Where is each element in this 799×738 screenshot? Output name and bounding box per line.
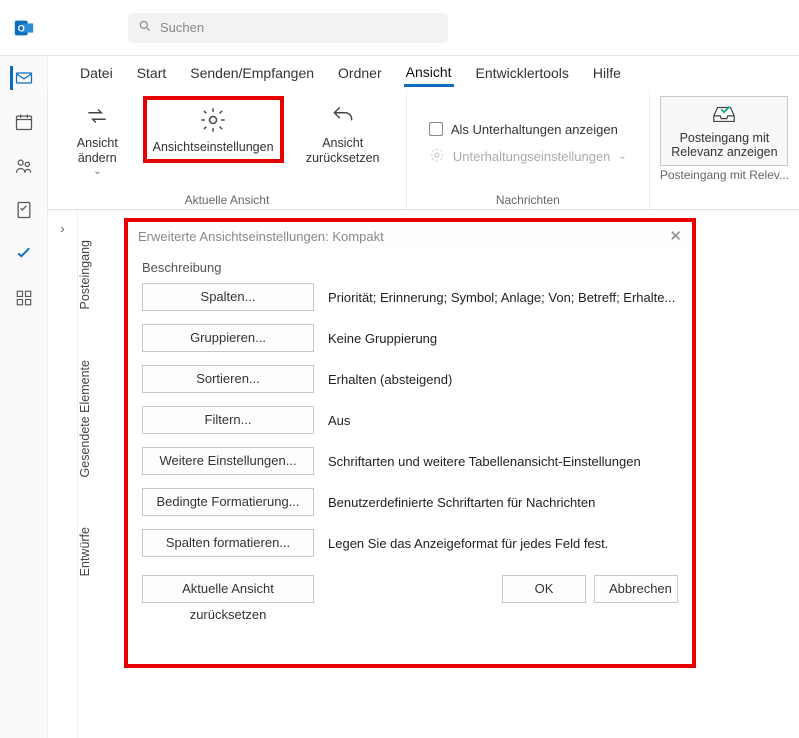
- tab-sendrecv[interactable]: Senden/Empfangen: [188, 61, 316, 85]
- dialog-row-group: Gruppieren... Keine Gruppierung: [142, 324, 678, 352]
- outlook-icon: O: [0, 17, 48, 39]
- exchange-icon: [81, 100, 113, 132]
- cancel-button[interactable]: Abbrechen: [594, 575, 678, 603]
- change-view-label: Ansicht ändern: [64, 136, 131, 166]
- filter-button[interactable]: Filtern...: [142, 406, 314, 434]
- dialog-row-format-columns: Spalten formatieren... Legen Sie das Anz…: [142, 529, 678, 557]
- columns-button[interactable]: Spalten...: [142, 283, 314, 311]
- dialog-titlebar: Erweiterte Ansichtseinstellungen: Kompak…: [128, 222, 692, 250]
- ribbon-group-focused-inbox: Posteingang mit Relevanz anzeigen Postei…: [650, 90, 799, 209]
- tab-start[interactable]: Start: [135, 61, 169, 85]
- group-desc: Keine Gruppierung: [328, 331, 678, 346]
- tab-devtools[interactable]: Entwicklertools: [474, 61, 571, 85]
- inbox-check-icon: [710, 103, 738, 127]
- conversation-settings-dropdown[interactable]: Unterhaltungseinstellungen ⌄: [429, 147, 627, 166]
- view-settings-button[interactable]: Ansichtseinstellungen: [143, 96, 284, 163]
- left-rail: [0, 56, 48, 738]
- chevron-right-icon: ›: [60, 220, 65, 236]
- ribbon-group-messages: Als Unterhaltungen anzeigen Unterhaltung…: [407, 90, 650, 209]
- vtab-sent[interactable]: Gesendete Elemente: [78, 360, 104, 477]
- ribbon: Ansicht ändern ⌄ Ansichtseinstellungen A…: [48, 90, 799, 210]
- vtab-inbox[interactable]: Posteingang: [78, 240, 104, 310]
- reset-view-label: Ansicht zurücksetzen: [296, 136, 390, 166]
- gear-icon: [197, 104, 229, 136]
- dialog-row-sort: Sortieren... Erhalten (absteigend): [142, 365, 678, 393]
- ok-button[interactable]: OK: [502, 575, 586, 603]
- dialog-row-other-settings: Weitere Einstellungen... Schriftarten un…: [142, 447, 678, 475]
- change-view-button[interactable]: Ansicht ändern ⌄: [58, 96, 137, 182]
- checkbox-icon: [429, 122, 443, 136]
- group-label-focused-inbox: Posteingang mit Relev...: [660, 168, 789, 182]
- rail-calendar-icon[interactable]: [12, 110, 36, 134]
- other-settings-desc: Schriftarten und weitere Tabellenansicht…: [328, 454, 678, 469]
- focused-inbox-label: Posteingang mit Relevanz anzeigen: [669, 131, 779, 159]
- group-button[interactable]: Gruppieren...: [142, 324, 314, 352]
- view-settings-dialog: Erweiterte Ansichtseinstellungen: Kompak…: [124, 218, 696, 668]
- rail-apps-icon[interactable]: [12, 286, 36, 310]
- dialog-title: Erweiterte Ansichtseinstellungen: Kompak…: [138, 229, 384, 244]
- chevron-down-icon: ⌄: [618, 151, 626, 162]
- dialog-footer: Aktuelle Ansicht zurücksetzen OK Abbrech…: [142, 575, 678, 603]
- dialog-row-filter: Filtern... Aus: [142, 406, 678, 434]
- group-label-messages: Nachrichten: [496, 193, 560, 207]
- tab-folder[interactable]: Ordner: [336, 61, 384, 85]
- search-placeholder: Suchen: [160, 20, 204, 35]
- rail-mail-icon[interactable]: [10, 66, 34, 90]
- dialog-row-columns: Spalten... Priorität; Erinnerung; Symbol…: [142, 283, 678, 311]
- view-settings-label: Ansichtseinstellungen: [153, 140, 274, 155]
- search-icon: [138, 19, 152, 36]
- rail-people-icon[interactable]: [12, 154, 36, 178]
- tab-file[interactable]: Datei: [78, 61, 115, 85]
- conditional-formatting-desc: Benutzerdefinierte Schriftarten für Nach…: [328, 495, 678, 510]
- columns-desc: Priorität; Erinnerung; Symbol; Anlage; V…: [328, 290, 678, 305]
- show-conversations-label: Als Unterhaltungen anzeigen: [451, 122, 618, 137]
- format-columns-button[interactable]: Spalten formatieren...: [142, 529, 314, 557]
- menu-tabs: Datei Start Senden/Empfangen Ordner Ansi…: [70, 56, 631, 90]
- filter-desc: Aus: [328, 413, 678, 428]
- rail-todo-icon[interactable]: [12, 242, 36, 266]
- reset-view-button[interactable]: Ansicht zurücksetzen: [290, 96, 396, 170]
- reset-current-view-button[interactable]: Aktuelle Ansicht zurücksetzen: [142, 575, 314, 603]
- undo-icon: [327, 100, 359, 132]
- conditional-formatting-button[interactable]: Bedingte Formatierung...: [142, 488, 314, 516]
- chevron-down-icon: ⌄: [93, 166, 101, 178]
- vtab-drafts[interactable]: Entwürfe: [78, 527, 104, 576]
- other-settings-button[interactable]: Weitere Einstellungen...: [142, 447, 314, 475]
- search-input[interactable]: Suchen: [128, 13, 448, 43]
- folder-vertical-tabs: Posteingang Gesendete Elemente Entwürfe: [78, 210, 104, 738]
- collapse-nav-button[interactable]: ›: [48, 210, 78, 738]
- conversation-settings-label: Unterhaltungseinstellungen: [453, 149, 611, 164]
- title-bar: O Suchen: [0, 0, 799, 56]
- focused-inbox-button[interactable]: Posteingang mit Relevanz anzeigen: [660, 96, 788, 166]
- show-conversations-checkbox[interactable]: Als Unterhaltungen anzeigen: [429, 122, 627, 137]
- dialog-row-conditional-formatting: Bedingte Formatierung... Benutzerdefinie…: [142, 488, 678, 516]
- ribbon-group-current-view: Ansicht ändern ⌄ Ansichtseinstellungen A…: [48, 90, 407, 209]
- tab-help[interactable]: Hilfe: [591, 61, 623, 85]
- gear-small-icon: [429, 147, 445, 166]
- rail-tasks-icon[interactable]: [12, 198, 36, 222]
- group-label-current-view: Aktuelle Ansicht: [185, 193, 270, 207]
- format-columns-desc: Legen Sie das Anzeigeformat für jedes Fe…: [328, 536, 678, 551]
- dialog-section-label: Beschreibung: [142, 260, 678, 275]
- svg-text:O: O: [18, 23, 25, 33]
- sort-button[interactable]: Sortieren...: [142, 365, 314, 393]
- tab-view[interactable]: Ansicht: [404, 60, 454, 87]
- sort-desc: Erhalten (absteigend): [328, 372, 678, 387]
- close-icon[interactable]: ✕: [669, 227, 682, 245]
